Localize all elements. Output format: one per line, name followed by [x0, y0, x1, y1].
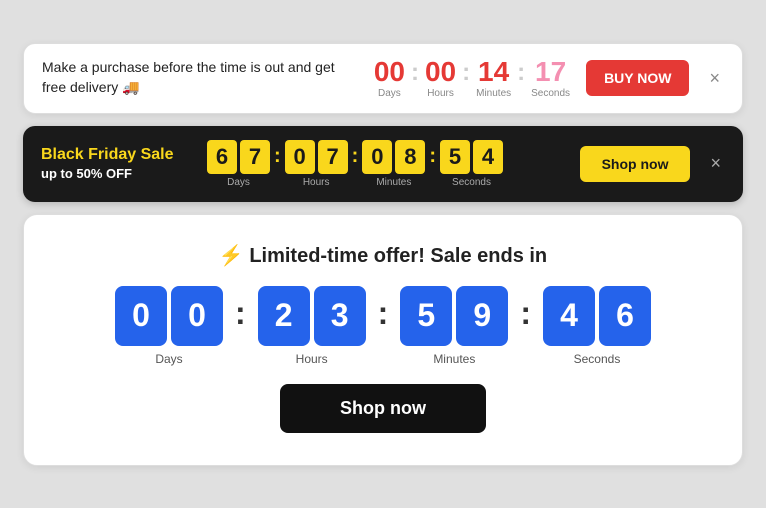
close-bf-button[interactable]: ×: [706, 149, 725, 178]
colon-2: :: [462, 59, 470, 98]
sale-colon-1: :: [235, 295, 246, 356]
sale-days-label: Days: [155, 352, 182, 366]
minutes-unit: 14 Minutes: [476, 58, 511, 99]
bf-minutes-digits: 0 8: [362, 140, 425, 174]
colon-3: :: [517, 59, 525, 98]
bf-colon-3: :: [429, 145, 436, 182]
blackfriday-banner: Black Friday Sale up to 50% OFF 6 7 Days…: [23, 126, 743, 202]
sale-seconds: 4 6 Seconds: [543, 286, 651, 366]
bf-days-digits: 6 7: [207, 140, 270, 174]
delivery-countdown: 00 Days : 00 Hours : 14 Minutes : 17 Sec…: [374, 58, 570, 99]
sale-colon-2: :: [378, 295, 389, 356]
shop-now-sale-button[interactable]: Shop now: [280, 384, 486, 433]
sale-countdown: 0 0 Days : 2 3 Hours : 5 9 Minutes : 4 6: [115, 286, 651, 366]
bf-minutes-d2: 8: [395, 140, 425, 174]
days-unit: 00 Days: [374, 58, 405, 99]
sale-days: 0 0 Days: [115, 286, 223, 366]
sale-hours-label: Hours: [296, 352, 328, 366]
bf-days: 6 7 Days: [207, 140, 270, 188]
sale-seconds-digits: 4 6: [543, 286, 651, 346]
bf-days-d1: 6: [207, 140, 237, 174]
bf-seconds-label: Seconds: [452, 177, 491, 188]
sale-seconds-d2: 6: [599, 286, 651, 346]
bf-seconds-digits: 5 4: [440, 140, 503, 174]
bf-days-label: Days: [227, 177, 250, 188]
bf-colon-2: :: [352, 145, 359, 182]
close-delivery-button[interactable]: ×: [705, 64, 724, 93]
sale-title: ⚡ Limited-time offer! Sale ends in: [219, 243, 547, 268]
sale-days-d1: 0: [115, 286, 167, 346]
bf-minutes-d1: 0: [362, 140, 392, 174]
sale-minutes: 5 9 Minutes: [400, 286, 508, 366]
sale-seconds-label: Seconds: [574, 352, 621, 366]
delivery-banner: Make a purchase before the time is out a…: [23, 43, 743, 114]
sale-minutes-d1: 5: [400, 286, 452, 346]
bf-minutes: 0 8 Minutes: [362, 140, 425, 188]
bf-line1: Black Friday Sale: [41, 146, 191, 164]
colon-1: :: [411, 59, 419, 98]
bf-title: Black Friday Sale up to 50% OFF: [41, 146, 191, 181]
sale-banner: ⚡ Limited-time offer! Sale ends in 0 0 D…: [23, 214, 743, 466]
sale-seconds-d1: 4: [543, 286, 595, 346]
bf-hours-d2: 7: [318, 140, 348, 174]
bf-seconds-d1: 5: [440, 140, 470, 174]
bf-days-d2: 7: [240, 140, 270, 174]
hours-unit: 00 Hours: [425, 58, 456, 99]
seconds-value: 17: [535, 58, 566, 86]
seconds-label: Seconds: [531, 88, 570, 99]
bf-minutes-label: Minutes: [376, 177, 411, 188]
sale-hours: 2 3 Hours: [258, 286, 366, 366]
sale-minutes-label: Minutes: [433, 352, 475, 366]
bf-hours-digits: 0 7: [285, 140, 348, 174]
bf-line2: up to 50% OFF: [41, 166, 191, 181]
bf-colon-1: :: [274, 145, 281, 182]
sale-colon-3: :: [520, 295, 531, 356]
sale-hours-d1: 2: [258, 286, 310, 346]
days-value: 00: [374, 58, 405, 86]
sale-minutes-digits: 5 9: [400, 286, 508, 346]
bf-seconds: 5 4 Seconds: [440, 140, 503, 188]
sale-days-digits: 0 0: [115, 286, 223, 346]
days-label: Days: [378, 88, 401, 99]
buy-now-button[interactable]: BUY NOW: [586, 60, 689, 96]
shop-now-bf-button[interactable]: Shop now: [580, 146, 691, 182]
sale-minutes-d2: 9: [456, 286, 508, 346]
sale-days-d2: 0: [171, 286, 223, 346]
hours-label: Hours: [427, 88, 454, 99]
bf-seconds-d2: 4: [473, 140, 503, 174]
bf-hours-d1: 0: [285, 140, 315, 174]
seconds-unit: 17 Seconds: [531, 58, 570, 99]
bf-hours-label: Hours: [303, 177, 330, 188]
bf-hours: 0 7 Hours: [285, 140, 348, 188]
delivery-message: Make a purchase before the time is out a…: [42, 58, 358, 97]
bf-countdown: 6 7 Days : 0 7 Hours : 0 8 Minutes : 5 4: [207, 140, 503, 188]
minutes-label: Minutes: [476, 88, 511, 99]
minutes-value: 14: [478, 58, 509, 86]
hours-value: 00: [425, 58, 456, 86]
sale-hours-digits: 2 3: [258, 286, 366, 346]
sale-hours-d2: 3: [314, 286, 366, 346]
